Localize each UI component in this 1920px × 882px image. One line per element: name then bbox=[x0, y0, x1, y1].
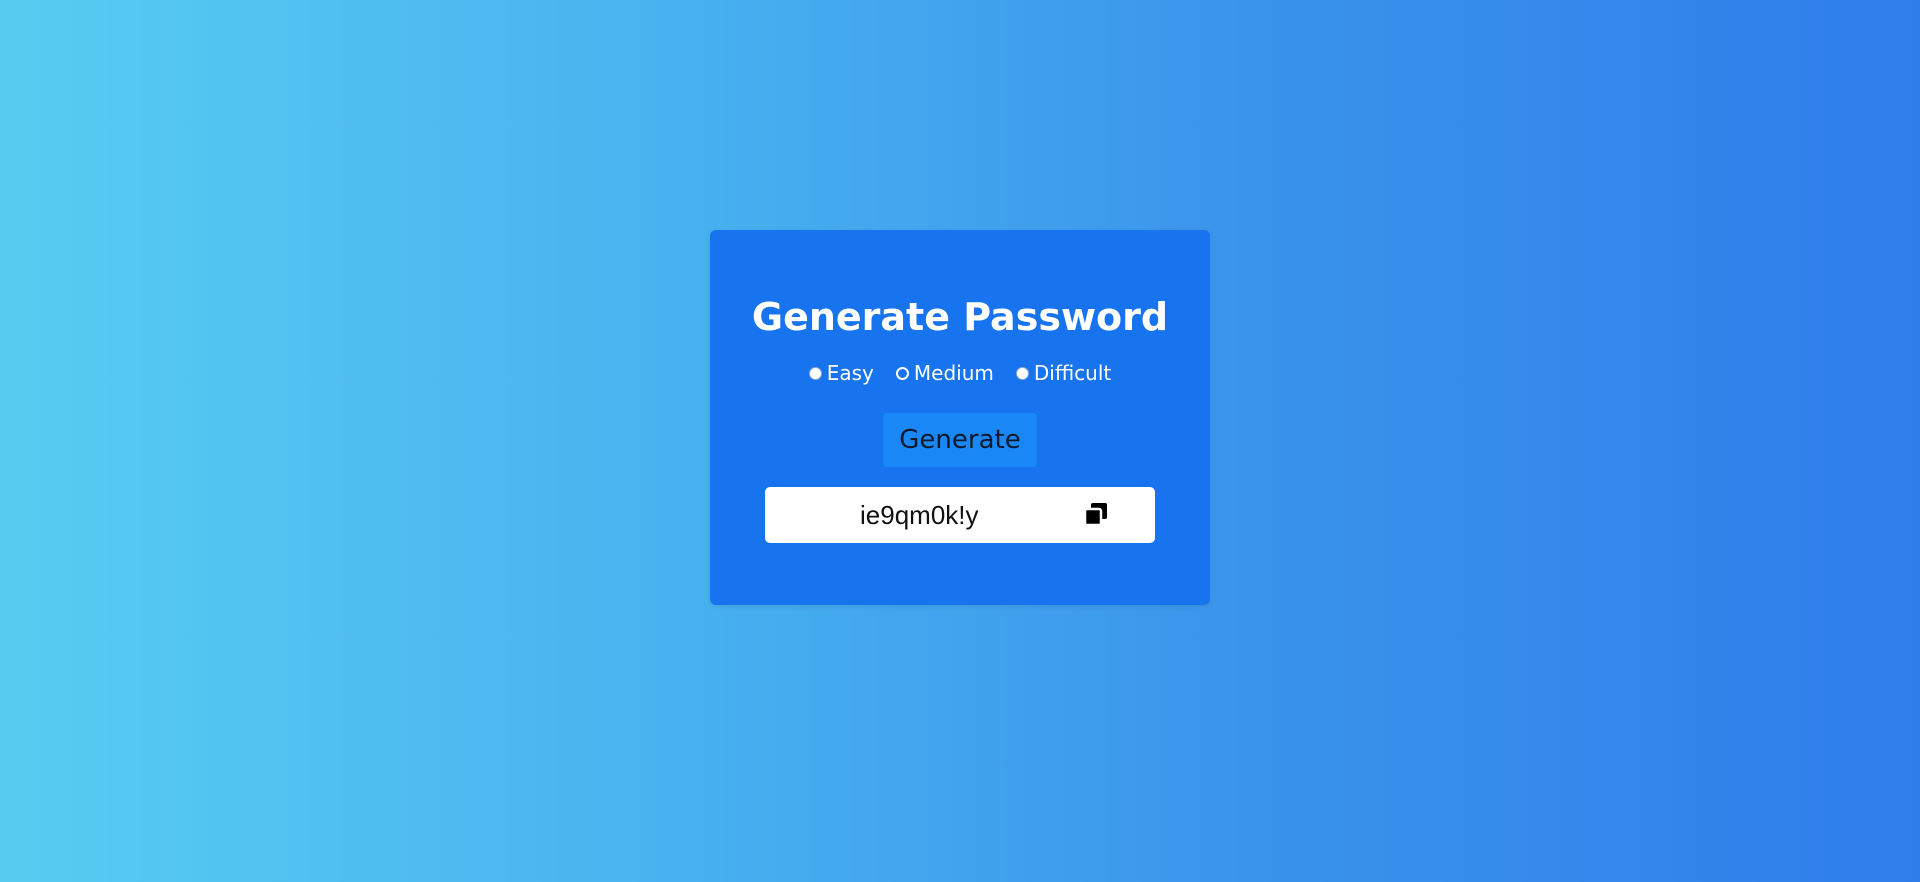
option-medium-label: Medium bbox=[913, 361, 994, 385]
option-easy[interactable]: Easy bbox=[808, 360, 874, 386]
radio-easy[interactable] bbox=[808, 366, 822, 380]
generate-button[interactable]: Generate bbox=[883, 413, 1037, 467]
copy-icon[interactable] bbox=[1083, 501, 1109, 527]
option-medium[interactable]: Medium bbox=[895, 360, 994, 386]
password-value: ie9qm0k!y bbox=[860, 500, 979, 530]
password-generator-card: Generate Password Easy Medium Difficult … bbox=[710, 230, 1210, 605]
radio-medium[interactable] bbox=[895, 366, 909, 380]
password-output: ie9qm0k!y bbox=[765, 487, 1155, 543]
radio-difficult[interactable] bbox=[1015, 366, 1029, 380]
option-easy-label: Easy bbox=[826, 361, 874, 385]
option-difficult[interactable]: Difficult bbox=[1015, 360, 1112, 386]
option-difficult-label: Difficult bbox=[1033, 361, 1112, 385]
difficulty-options: Easy Medium Difficult bbox=[710, 360, 1210, 386]
page-title: Generate Password bbox=[751, 295, 1169, 339]
